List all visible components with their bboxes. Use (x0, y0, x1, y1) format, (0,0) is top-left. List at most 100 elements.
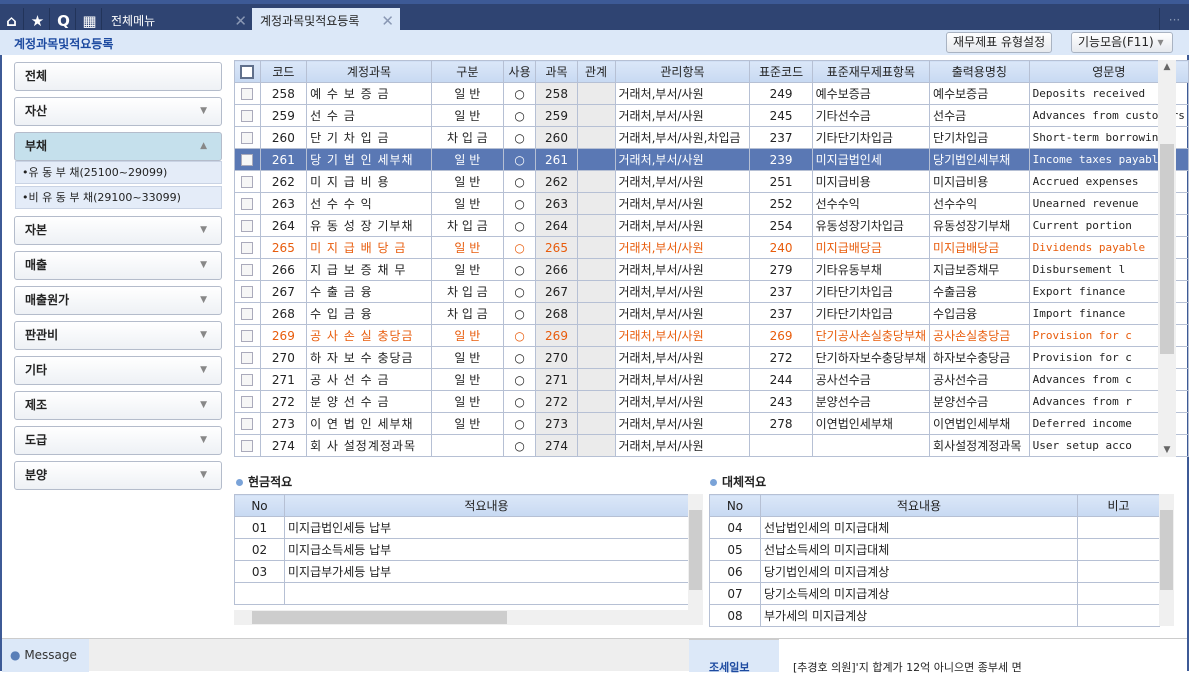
column-header[interactable]: 구분 (430, 60, 504, 83)
row-checkbox[interactable] (234, 258, 261, 281)
sidebar-item-4[interactable]: 매출 ▼ (14, 251, 222, 280)
sidebar-item-9[interactable]: 도급 ▼ (14, 426, 222, 455)
checkbox-icon[interactable] (241, 88, 254, 100)
row-checkbox[interactable] (234, 346, 261, 369)
message-button[interactable]: ● Message (2, 639, 89, 672)
checkbox-icon[interactable] (241, 198, 254, 210)
checkbox-icon[interactable] (241, 286, 254, 298)
scroll-thumb[interactable] (1160, 510, 1173, 590)
checkbox-icon[interactable] (241, 242, 254, 254)
row-checkbox[interactable] (234, 236, 261, 259)
main-table-scrollbar[interactable]: ▲ ▼ (1158, 60, 1176, 457)
row-checkbox[interactable] (234, 368, 261, 391)
checkbox-icon[interactable] (241, 132, 254, 144)
table-row[interactable]: 262 미 지 급 비 용일 반 ○ 262 거래처,부서/사원 251 미지급비용 미지급비… (234, 170, 1189, 193)
sidebar-item-0[interactable]: 전체 (14, 62, 222, 91)
checkbox-icon[interactable] (241, 396, 254, 408)
table-row[interactable]: 270 하 자 보 수 충당금 일 반 ○ 270 거래처,부서/사원 272 단기하자보수충… (234, 346, 1189, 369)
row-checkbox[interactable] (234, 126, 261, 149)
sidebar-item-2[interactable]: 부채 ▲ (14, 132, 222, 161)
news-headline[interactable]: [추경호 의원]'지 합계가 12억 아니으면 종부세 면 (793, 659, 1022, 675)
sidebar-item-1[interactable]: 자산 ▼ (14, 97, 222, 126)
table-row[interactable]: 01 미지급법인세등 납부 (234, 516, 689, 539)
checkbox-icon[interactable] (241, 154, 254, 166)
checkbox-icon[interactable] (241, 308, 254, 320)
row-checkbox[interactable] (234, 104, 261, 127)
table-row[interactable]: 271 공 사 선 수 금일 반 ○ 271 거래처,부서/사원 244 공사선수금 공사선수… (234, 368, 1189, 391)
sidebar-item-3[interactable]: 자본 ▼ (14, 216, 222, 245)
row-checkbox[interactable] (234, 280, 261, 303)
row-checkbox[interactable] (234, 302, 261, 325)
column-header[interactable]: 표준재무제표항목 (811, 60, 931, 83)
column-header[interactable]: 사용 (502, 60, 537, 83)
row-checkbox[interactable] (234, 214, 261, 237)
column-header[interactable]: 계정과목 (306, 60, 432, 83)
row-checkbox[interactable] (234, 324, 261, 347)
table-row[interactable]: 264 유 동 성 장 기부채 차 입 금 ○ 264 거래처,부서/사원 254 유동성장기… (234, 214, 1189, 237)
checkbox-icon[interactable] (240, 64, 255, 79)
checkbox-icon[interactable] (241, 176, 254, 188)
row-checkbox[interactable] (234, 390, 261, 413)
row-checkbox[interactable] (234, 192, 261, 215)
column-header[interactable]: 관계 (576, 60, 616, 83)
column-header[interactable]: 관리항목 (614, 60, 751, 83)
table-row[interactable]: 06 당기법인세의 미지급계상 (709, 560, 1160, 583)
column-header[interactable]: 과목 (535, 60, 578, 83)
table-row[interactable] (234, 582, 689, 605)
transfer-scrollbar[interactable] (1159, 494, 1174, 626)
column-header[interactable]: 출력용명칭 (929, 60, 1030, 83)
table-row[interactable]: 260 단 기 차 입 금차 입 금 ○ 260 거래처,부서/사원,차입금 237 기타단… (234, 126, 1189, 149)
table-row[interactable]: 274 회 사 설정계정과목 ○ 274 거래처,부서/사원 회사설정계정과목 User s… (234, 434, 1189, 457)
table-row[interactable]: 268 수 입 금 융차 입 금 ○ 268 거래처,부서/사원 237 기타단기차입금 수입… (234, 302, 1189, 325)
table-row[interactable]: 263 선 수 수 익일 반 ○ 263 거래처,부서/사원 252 선수수익 선수수익 Une… (234, 192, 1189, 215)
table-row[interactable]: 265 미 지 급 배 당 금일 반 ○ 265 거래처,부서/사원 240 미지급배당금 미… (234, 236, 1189, 259)
table-row[interactable]: 258 예 수 보 증 금일 반 ○ 258 거래처,부서/사원 249 예수보증금 예수보증… (234, 82, 1189, 105)
table-row[interactable]: 03 미지급부가세등 납부 (234, 560, 689, 583)
checkbox-icon[interactable] (241, 264, 254, 276)
scroll-thumb[interactable] (252, 611, 507, 624)
checkbox-icon[interactable] (241, 440, 254, 452)
scroll-thumb[interactable] (1160, 144, 1174, 354)
checkbox-icon[interactable] (241, 220, 254, 232)
table-row[interactable]: 272 분 양 선 수 금일 반 ○ 272 거래처,부서/사원 243 분양선수금 분양선수… (234, 390, 1189, 413)
sidebar-subitem[interactable]: •비 유 동 부 채(29100~33099) (15, 186, 222, 209)
table-row[interactable]: 267 수 출 금 융차 입 금 ○ 267 거래처,부서/사원 237 기타단기차입금 수출… (234, 280, 1189, 303)
checkbox-icon[interactable] (241, 418, 254, 430)
table-row[interactable]: 05 선납소득세의 미지급대체 (709, 538, 1160, 561)
cash-hscrollbar[interactable] (234, 610, 703, 625)
table-row[interactable]: 08 부가세의 미지급계상 (709, 604, 1160, 627)
scroll-thumb[interactable] (689, 510, 702, 590)
scroll-down-icon[interactable]: ▼ (1158, 445, 1176, 455)
row-checkbox[interactable] (234, 148, 261, 171)
table-row[interactable]: 273 이 연 법 인 세부채 일 반 ○ 273 거래처,부서/사원 278 이연법인세부채… (234, 412, 1189, 435)
sidebar-item-10[interactable]: 분양 ▼ (14, 461, 222, 490)
sidebar-item-5[interactable]: 매출원가 ▼ (14, 286, 222, 315)
select-all-checkbox[interactable] (234, 60, 261, 83)
table-row[interactable]: 04 선납법인세의 미지급대체 (709, 516, 1160, 539)
table-row[interactable]: 07 당기소득세의 미지급계상 (709, 582, 1160, 605)
row-checkbox[interactable] (234, 82, 261, 105)
row-checkbox[interactable] (234, 170, 261, 193)
column-header[interactable]: 표준코드 (749, 60, 813, 83)
scroll-up-icon[interactable]: ▲ (1158, 62, 1176, 72)
table-row[interactable]: 02 미지급소득세등 납부 (234, 538, 689, 561)
table-row[interactable]: 259 선 수 금일 반 ○ 259 거래처,부서/사원 245 기타선수금 선수금 Advan… (234, 104, 1189, 127)
cash-scrollbar[interactable] (688, 494, 703, 610)
sidebar-subitem[interactable]: •유 동 부 채(25100~29099) (15, 161, 222, 184)
checkbox-icon[interactable] (241, 374, 254, 386)
sidebar-item-6[interactable]: 판관비 ▼ (14, 321, 222, 350)
column-header[interactable]: 코드 (259, 60, 308, 83)
sidebar-item-7[interactable]: 기타 ▼ (14, 356, 222, 385)
table-row[interactable]: 269 공 사 손 실 충당금 일 반 ○ 269 거래처,부서/사원 269 단기공사손실충… (234, 324, 1189, 347)
checkbox-icon[interactable] (241, 330, 254, 342)
row-checkbox[interactable] (234, 412, 261, 435)
table-row[interactable]: 266 지 급 보 증 채 무일 반 ○ 266 거래처,부서/사원 279 기타유동부채 지… (234, 258, 1189, 281)
checkbox-icon[interactable] (241, 352, 254, 364)
functions-button[interactable]: 기능모음(F11) ▾ (1071, 32, 1173, 53)
news-ticker[interactable]: 조세일보 [추경호 의원]'지 합계가 12억 아니으면 종부세 면 (689, 639, 1187, 675)
table-row[interactable]: 261 당 기 법 인 세부채 일 반 ○ 261 거래처,부서/사원 239 미지급법인세 당… (234, 148, 1189, 171)
row-checkbox[interactable] (234, 434, 261, 457)
sidebar-item-8[interactable]: 제조 ▼ (14, 391, 222, 420)
checkbox-icon[interactable] (241, 110, 254, 122)
fs-type-settings-button[interactable]: 재무제표 유형설정 (946, 32, 1053, 53)
